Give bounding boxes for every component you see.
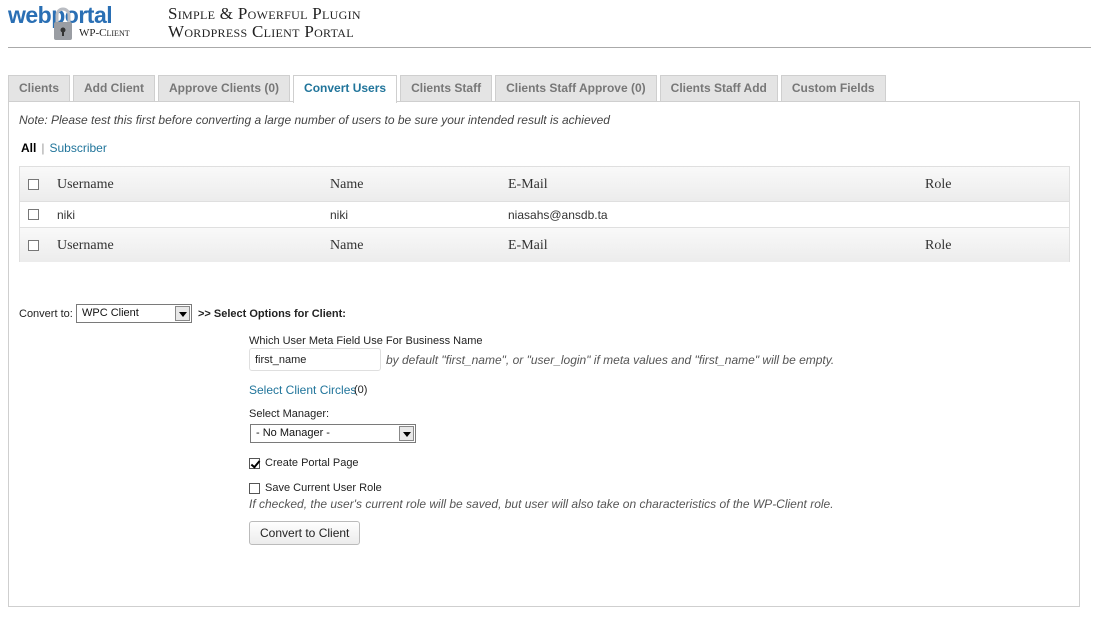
tab-add-client[interactable]: Add Client bbox=[73, 75, 156, 102]
convert-users-panel: Note: Please test this first before conv… bbox=[8, 101, 1080, 607]
manager-label: Select Manager: bbox=[249, 408, 330, 420]
logo-subtitle: WP-Client bbox=[79, 27, 130, 39]
tab-clients[interactable]: Clients bbox=[8, 75, 71, 102]
webportal-logo: webportal WP-Client bbox=[8, 2, 148, 44]
cell-email: niasahs@ansdb.ta bbox=[508, 208, 608, 222]
cell-username: niki bbox=[57, 208, 76, 222]
select-all-checkbox[interactable] bbox=[28, 179, 39, 190]
business-name-meta-input[interactable]: first_name bbox=[249, 348, 381, 371]
column-role[interactable]: Role bbox=[925, 177, 951, 193]
filter-subscriber[interactable]: Subscriber bbox=[49, 141, 106, 155]
circles-count: (0) bbox=[354, 384, 368, 396]
cell-name: niki bbox=[330, 208, 349, 222]
tab-bar: Clients Add Client Approve Clients (0) C… bbox=[8, 75, 889, 103]
column-username[interactable]: Username bbox=[57, 177, 114, 193]
manager-value: - No Manager - bbox=[256, 427, 330, 439]
header-divider bbox=[8, 47, 1091, 48]
save-role-checkbox[interactable] bbox=[249, 483, 260, 494]
warning-note: Note: Please test this first before conv… bbox=[19, 113, 610, 127]
tab-approve-clients[interactable]: Approve Clients (0) bbox=[158, 75, 291, 102]
lock-icon bbox=[54, 7, 72, 40]
tab-clients-staff-add[interactable]: Clients Staff Add bbox=[659, 75, 778, 102]
convert-to-value: WPC Client bbox=[82, 307, 139, 319]
tab-custom-fields[interactable]: Custom Fields bbox=[780, 75, 886, 102]
filter-separator: | bbox=[41, 141, 45, 155]
convert-to-client-button[interactable]: Convert to Client bbox=[249, 521, 361, 545]
tab-clients-staff[interactable]: Clients Staff bbox=[400, 75, 493, 102]
header-tagline: Simple & Powerful Plugin Wordpress Clien… bbox=[168, 5, 361, 41]
table-header: Username Name E-Mail Role bbox=[20, 167, 1069, 202]
page-header: webportal WP-Client Simple & Powerful Pl… bbox=[0, 0, 1096, 48]
save-role-hint: If checked, the user's current role will… bbox=[249, 497, 834, 511]
tagline-line-1: Simple & Powerful Plugin bbox=[168, 4, 361, 23]
convert-to-label: Convert to: bbox=[19, 308, 73, 320]
tab-clients-staff-approve[interactable]: Clients Staff Approve (0) bbox=[495, 75, 657, 102]
column-role-footer[interactable]: Role bbox=[925, 238, 951, 254]
save-role-label: Save Current User Role bbox=[265, 482, 382, 494]
column-name[interactable]: Name bbox=[330, 177, 363, 193]
tagline-line-2: Wordpress Client Portal bbox=[168, 22, 354, 41]
row-checkbox[interactable] bbox=[28, 209, 39, 220]
chevron-down-icon bbox=[399, 426, 414, 441]
tab-convert-users[interactable]: Convert Users bbox=[293, 75, 398, 103]
select-all-checkbox-footer[interactable] bbox=[28, 240, 39, 251]
chevron-down-icon bbox=[175, 306, 190, 321]
table-footer: Username Name E-Mail Role bbox=[20, 227, 1069, 262]
create-portal-label: Create Portal Page bbox=[265, 457, 359, 469]
meta-field-label: Which User Meta Field Use For Business N… bbox=[249, 335, 483, 347]
column-name-footer[interactable]: Name bbox=[330, 238, 363, 254]
options-title: >> Select Options for Client: bbox=[198, 308, 346, 320]
filter-all[interactable]: All bbox=[21, 141, 36, 155]
column-email-footer[interactable]: E-Mail bbox=[508, 238, 548, 254]
manager-select[interactable]: - No Manager - bbox=[250, 424, 416, 443]
table-row: niki niki niasahs@ansdb.ta bbox=[20, 202, 1069, 227]
role-filter: All | Subscriber bbox=[21, 141, 107, 155]
users-table: Username Name E-Mail Role niki niki nias… bbox=[19, 166, 1070, 262]
column-username-footer[interactable]: Username bbox=[57, 238, 114, 254]
column-email[interactable]: E-Mail bbox=[508, 177, 548, 193]
create-portal-checkbox[interactable] bbox=[249, 458, 260, 469]
meta-field-hint: by default "first_name", or "user_login"… bbox=[386, 353, 835, 367]
select-client-circles-link[interactable]: Select Client Circles bbox=[249, 383, 356, 397]
convert-to-select[interactable]: WPC Client bbox=[76, 304, 192, 323]
